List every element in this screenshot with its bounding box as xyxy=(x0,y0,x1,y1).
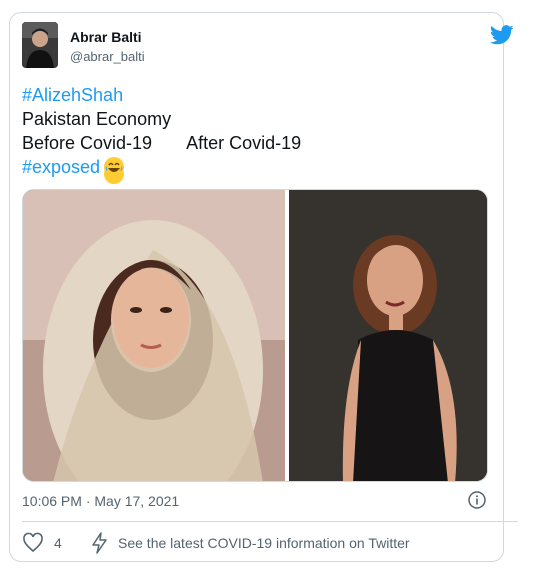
author-name[interactable]: Abrar Balti xyxy=(70,29,142,45)
twitter-bird-icon[interactable] xyxy=(490,25,514,45)
tweet-text: #AlizehShah Pakistan Economy Before Covi… xyxy=(22,83,462,184)
author-handle[interactable]: @abrar_balti xyxy=(70,49,145,64)
tweet-footer: 4 See the latest COVID-19 information on… xyxy=(22,532,514,554)
media-photo-left[interactable] xyxy=(23,190,285,482)
like-count[interactable]: 4 xyxy=(54,535,62,551)
hashtag-exposed[interactable]: #exposed xyxy=(22,157,100,177)
tweet-line-economy: Pakistan Economy xyxy=(22,109,172,129)
tweet-timestamp[interactable]: 10:06 PM · May 17, 2021 xyxy=(22,493,179,509)
avatar[interactable] xyxy=(22,22,58,68)
bolt-icon xyxy=(92,532,107,554)
media-photo-right[interactable] xyxy=(289,190,488,482)
heart-icon[interactable] xyxy=(22,532,44,554)
footer-divider xyxy=(22,521,518,522)
tweet-media[interactable] xyxy=(22,189,488,482)
tweet-after-label: After Covid-19 xyxy=(186,133,302,153)
hashtag-alizehshah[interactable]: #AlizehShah xyxy=(22,85,123,105)
tweet-header: Abrar Balti @abrar_balti xyxy=(22,22,514,70)
covid-info-link[interactable]: See the latest COVID-19 information on T… xyxy=(118,535,410,551)
laughing-emoji-face xyxy=(104,157,125,177)
tweet-before-label: Before Covid-19 xyxy=(22,133,153,153)
info-icon[interactable] xyxy=(467,490,487,510)
